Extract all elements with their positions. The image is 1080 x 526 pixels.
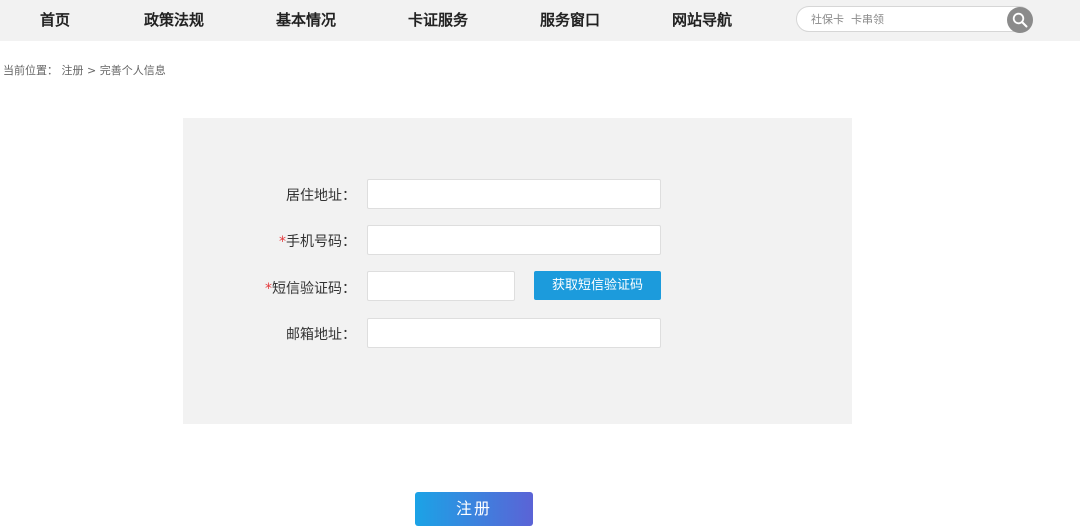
register-button[interactable]: 注册 <box>415 492 533 526</box>
breadcrumb-separator: > <box>87 64 97 77</box>
nav-item-basic-info[interactable]: 基本情况 <box>270 0 342 41</box>
phone-label-text: 手机号码： <box>286 234 356 250</box>
address-field[interactable] <box>367 179 661 209</box>
sms-code-field[interactable] <box>367 271 515 301</box>
nav-item-home[interactable]: 首页 <box>26 0 84 41</box>
nav-item-service-window[interactable]: 服务窗口 <box>534 0 606 41</box>
nav-item-card-service[interactable]: 卡证服务 <box>402 0 474 41</box>
breadcrumb: 当前位置： 注册 > 完善个人信息 <box>3 62 166 78</box>
search-box <box>796 6 1032 32</box>
nav-item-policy[interactable]: 政策法规 <box>138 0 210 41</box>
phone-label: *手机号码： <box>184 231 356 251</box>
required-mark: * <box>279 234 286 250</box>
search-icon <box>1012 12 1028 28</box>
search-button[interactable] <box>1007 7 1033 33</box>
breadcrumb-current: 完善个人信息 <box>99 64 166 77</box>
email-label-text: 邮箱地址： <box>286 327 356 343</box>
top-navigation: 首页 政策法规 基本情况 卡证服务 服务窗口 网站导航 <box>0 0 1080 41</box>
sms-code-label: *短信验证码： <box>184 278 356 298</box>
address-label-text: 居住地址： <box>286 188 356 204</box>
breadcrumb-prefix: 当前位置： <box>3 64 58 77</box>
address-label: 居住地址： <box>184 185 356 205</box>
email-field[interactable] <box>367 318 661 348</box>
sms-code-label-text: 短信验证码： <box>272 281 356 297</box>
email-label: 邮箱地址： <box>184 324 356 344</box>
search-input[interactable] <box>811 10 1001 28</box>
breadcrumb-link-register[interactable]: 注册 <box>62 64 84 77</box>
required-mark: * <box>265 281 272 297</box>
get-sms-code-button[interactable]: 获取短信验证码 <box>534 271 661 300</box>
nav-item-site-nav[interactable]: 网站导航 <box>666 0 738 41</box>
form-panel <box>183 118 852 424</box>
phone-field[interactable] <box>367 225 661 255</box>
